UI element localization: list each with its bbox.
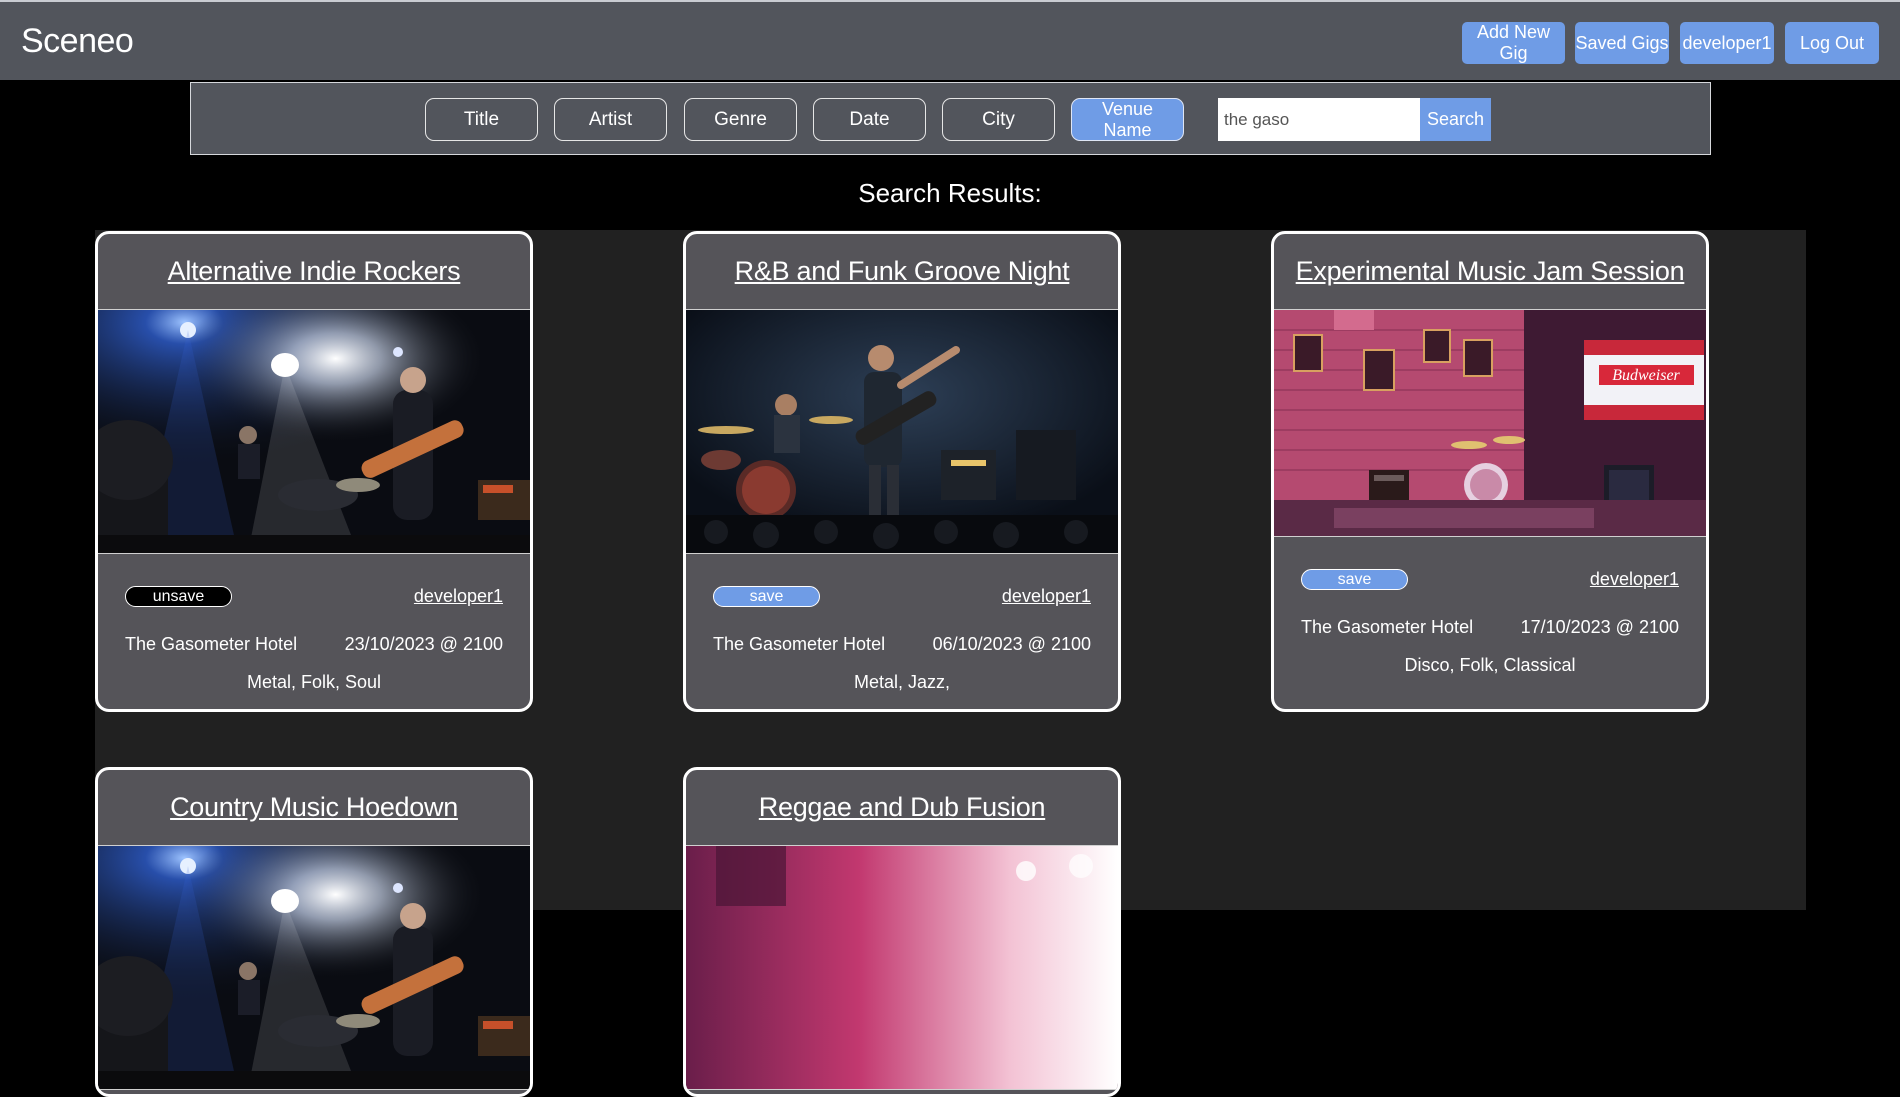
gig-genres: Metal, Folk, Soul <box>246 672 382 692</box>
gig-author-link[interactable]: developer1 <box>1590 569 1679 590</box>
gig-genres: Metal, Jazz, <box>853 672 951 692</box>
gig-card: R&B and Funk Groove Night save developer… <box>683 231 1121 712</box>
gig-card-body: unsave developer1 The Gasometer Hotel 23… <box>98 554 530 709</box>
add-new-gig-button[interactable]: Add New Gig <box>1462 22 1565 64</box>
save-button[interactable]: save <box>1301 569 1408 590</box>
unsave-button[interactable]: unsave <box>125 586 232 607</box>
gig-card: Alternative Indie Rockers unsave develop… <box>95 231 533 712</box>
gig-card-body: save developer1 The Gasometer Hotel 06/1… <box>686 554 1118 709</box>
results-grid: Alternative Indie Rockers unsave develop… <box>95 230 1806 1097</box>
gig-title-link[interactable]: Country Music Hoedown <box>98 770 530 846</box>
save-button[interactable]: save <box>713 586 820 607</box>
gig-title-link[interactable]: R&B and Funk Groove Night <box>686 234 1118 310</box>
gig-title-link[interactable]: Alternative Indie Rockers <box>98 234 530 310</box>
gig-card: Experimental Music Jam Session save deve… <box>1271 231 1709 712</box>
gig-image <box>1274 310 1706 537</box>
user-profile-button[interactable]: developer1 <box>1680 22 1774 64</box>
search-results-heading: Search Results: <box>858 178 1042 208</box>
filter-date-button[interactable]: Date <box>813 98 926 141</box>
gig-venue: The Gasometer Hotel <box>125 634 298 654</box>
gig-date: 23/10/2023 @ 2100 <box>344 634 503 654</box>
search-button[interactable]: Search <box>1420 98 1491 141</box>
gig-image <box>98 310 530 554</box>
saved-gigs-button[interactable]: Saved Gigs <box>1575 22 1669 64</box>
top-navbar: Sceneo Add New Gig Saved Gigs developer1… <box>0 0 1900 80</box>
filter-genre-button[interactable]: Genre <box>684 98 797 141</box>
brand-logo[interactable]: Sceneo <box>21 22 134 61</box>
log-out-button[interactable]: Log Out <box>1785 22 1879 64</box>
search-input[interactable] <box>1218 98 1420 141</box>
gig-date: 17/10/2023 @ 2100 <box>1520 617 1679 637</box>
filter-city-button[interactable]: City <box>942 98 1055 141</box>
search-filter-bar: Title Artist Genre Date City Venue Name … <box>190 82 1711 155</box>
gig-date: 06/10/2023 @ 2100 <box>932 634 1091 654</box>
gig-title-link[interactable]: Experimental Music Jam Session <box>1274 234 1706 310</box>
gig-genres: Disco, Folk, Classical <box>1404 655 1576 675</box>
gig-card: Country Music Hoedown <box>95 767 533 1097</box>
gig-image <box>686 310 1118 554</box>
gig-venue: The Gasometer Hotel <box>1301 617 1474 637</box>
filter-artist-button[interactable]: Artist <box>554 98 667 141</box>
gig-image <box>686 846 1118 1090</box>
gig-author-link[interactable]: developer1 <box>1002 586 1091 607</box>
gig-card: Reggae and Dub Fusion <box>683 767 1121 1097</box>
filter-title-button[interactable]: Title <box>425 98 538 141</box>
gig-card-body: save developer1 The Gasometer Hotel 17/1… <box>1274 537 1706 709</box>
gig-title-link[interactable]: Reggae and Dub Fusion <box>686 770 1118 846</box>
filter-venue-name-button[interactable]: Venue Name <box>1071 98 1184 141</box>
gig-venue: The Gasometer Hotel <box>713 634 886 654</box>
gig-image <box>98 846 530 1090</box>
gig-author-link[interactable]: developer1 <box>414 586 503 607</box>
